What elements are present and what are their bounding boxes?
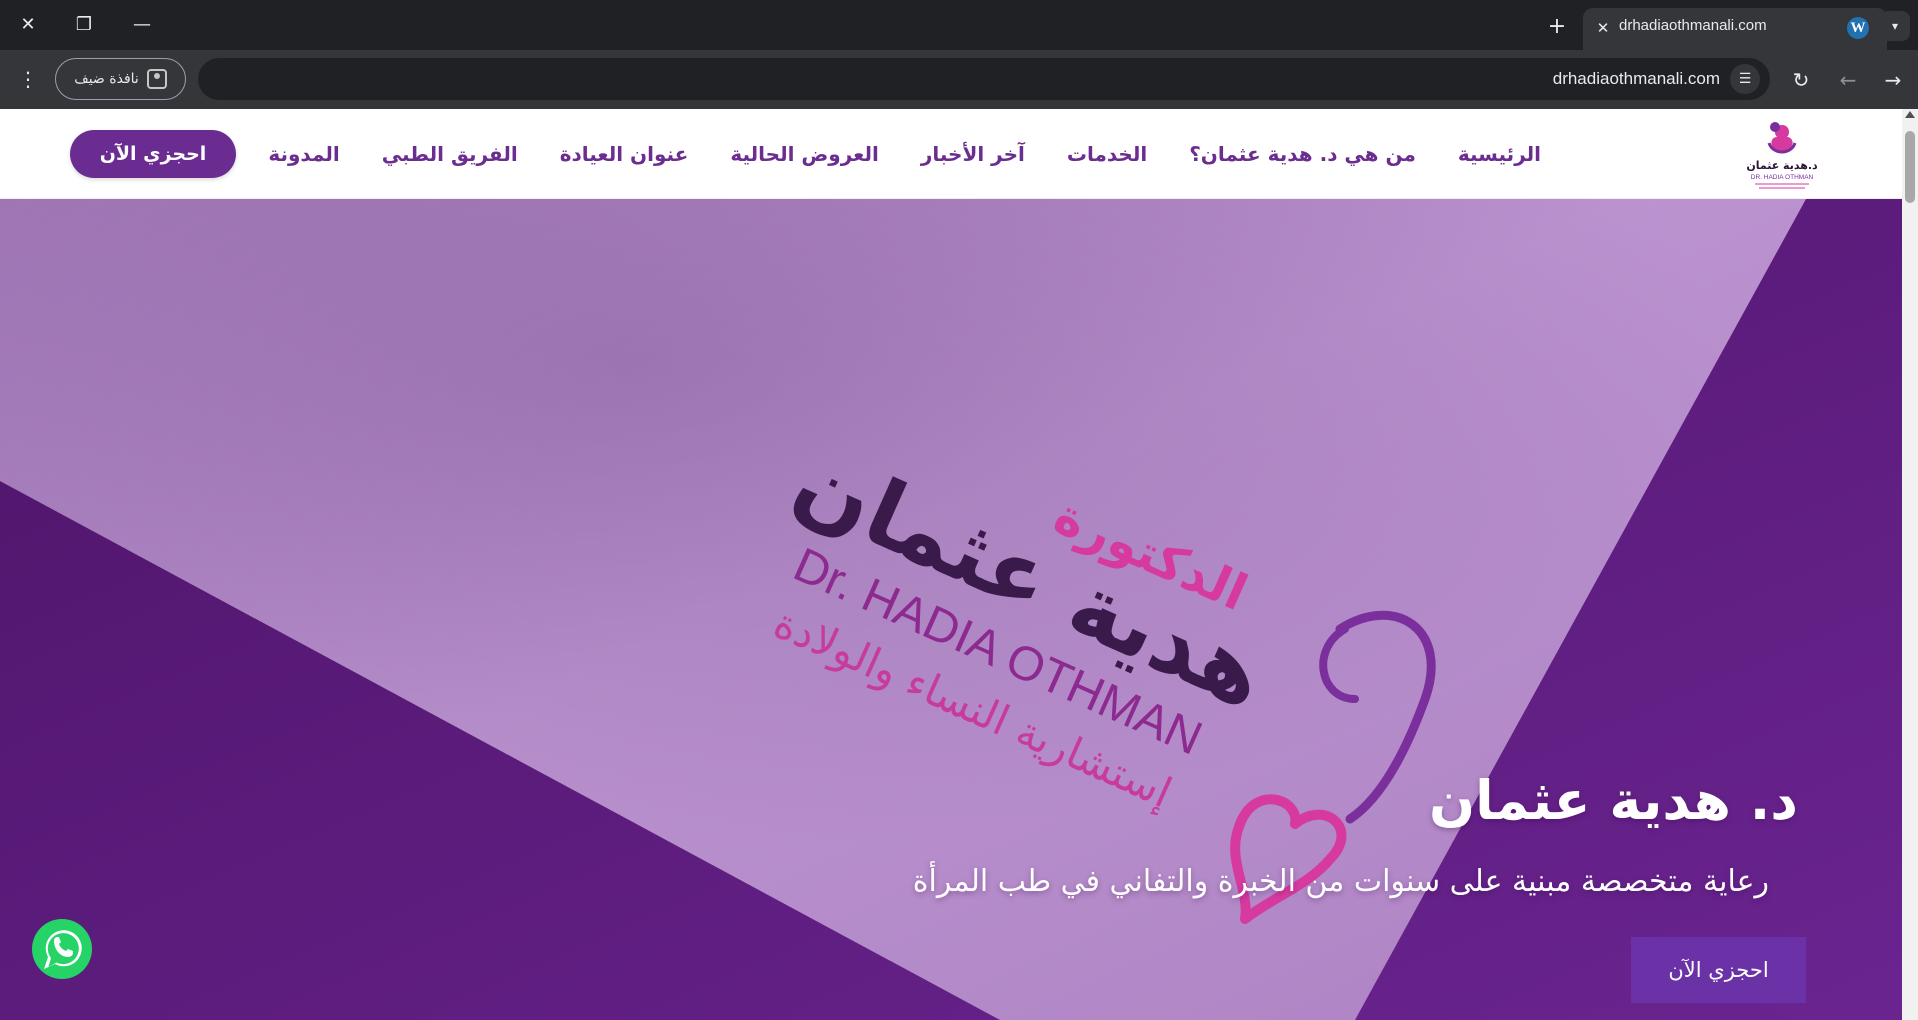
site-settings-icon[interactable]: ☰ <box>1730 64 1760 94</box>
hero-book-now-button[interactable]: احجزي الآن <box>1631 937 1806 1003</box>
nav-item-home[interactable]: الرئيسية <box>1437 142 1562 166</box>
whatsapp-icon[interactable] <box>30 917 94 981</box>
tab-strip: ✕ ❐ — + ✕ drhadiaothmanali.com W ▾ <box>0 0 1918 50</box>
tab-search-chevron-icon[interactable]: ▾ <box>1880 11 1910 41</box>
nav-item-blog[interactable]: المدونة <box>247 142 360 166</box>
nav-item-medical-team[interactable]: الفريق الطبي <box>361 142 539 166</box>
address-bar-url[interactable]: drhadiaothmanali.com <box>1553 69 1720 89</box>
minimize-window-icon[interactable]: — <box>116 4 168 44</box>
logo-arabic-text: د.هدية عثمان <box>1746 159 1818 172</box>
tab-title: drhadiaothmanali.com <box>1619 17 1767 34</box>
new-tab-button[interactable]: + <box>1541 10 1573 42</box>
hero-section: الدكتورة هدية عثمان Dr. HADIA OTHMAN إست… <box>0 199 1902 1020</box>
guest-profile-label: نافذة ضيف <box>74 71 139 87</box>
nav-item-services[interactable]: الخدمات <box>1046 142 1168 166</box>
hero-subtitle: رعاية متخصصة مبنية على سنوات من الخبرة و… <box>912 864 1769 899</box>
scrollbar-thumb[interactable] <box>1905 131 1915 203</box>
page-viewport: د.هدية عثمان DR. HADIA OTHMAN الرئيسية م… <box>0 109 1918 1020</box>
restore-window-icon[interactable]: ❐ <box>58 4 110 44</box>
browser-tab-active[interactable]: ✕ drhadiaothmanali.com W <box>1583 8 1887 50</box>
nav-item-clinic-address[interactable]: عنوان العيادة <box>539 142 710 166</box>
tab-close-icon[interactable]: ✕ <box>1591 16 1615 40</box>
nav-item-offers[interactable]: العروض الحالية <box>709 142 900 166</box>
menu-kebab-icon[interactable]: ⋮ <box>14 64 42 94</box>
scroll-up-arrow-icon[interactable] <box>1905 111 1915 118</box>
close-window-icon[interactable]: ✕ <box>2 4 54 44</box>
main-nav: الرئيسية من هي د. هدية عثمان؟ الخدمات آخ… <box>247 109 1562 199</box>
reload-icon[interactable]: ↻ <box>1784 63 1818 97</box>
header-book-now-button[interactable]: احجزي الآن <box>70 130 236 178</box>
site-header: د.هدية عثمان DR. HADIA OTHMAN الرئيسية م… <box>0 109 1902 199</box>
address-bar[interactable]: drhadiaothmanali.com ☰ <box>198 58 1770 100</box>
browser-toolbar: ⋮ نافذة ضيف drhadiaothmanali.com ☰ ↻ ← → <box>0 50 1918 109</box>
forward-icon[interactable]: → <box>1876 63 1910 97</box>
hero-title: د. هدية عثمان <box>1429 769 1798 832</box>
logo-latin-text: DR. HADIA OTHMAN <box>1751 174 1814 181</box>
guest-profile-icon <box>146 69 167 89</box>
nav-item-about[interactable]: من هي د. هدية عثمان؟ <box>1168 142 1437 166</box>
wordpress-favicon-icon: W <box>1847 17 1869 39</box>
back-icon[interactable]: ← <box>1831 63 1865 97</box>
page-scrollbar[interactable] <box>1902 109 1918 1020</box>
guest-profile-chip[interactable]: نافذة ضيف <box>55 58 186 100</box>
nav-item-news[interactable]: آخر الأخبار <box>900 142 1046 166</box>
site-logo[interactable]: د.هدية عثمان DR. HADIA OTHMAN <box>1745 115 1819 195</box>
